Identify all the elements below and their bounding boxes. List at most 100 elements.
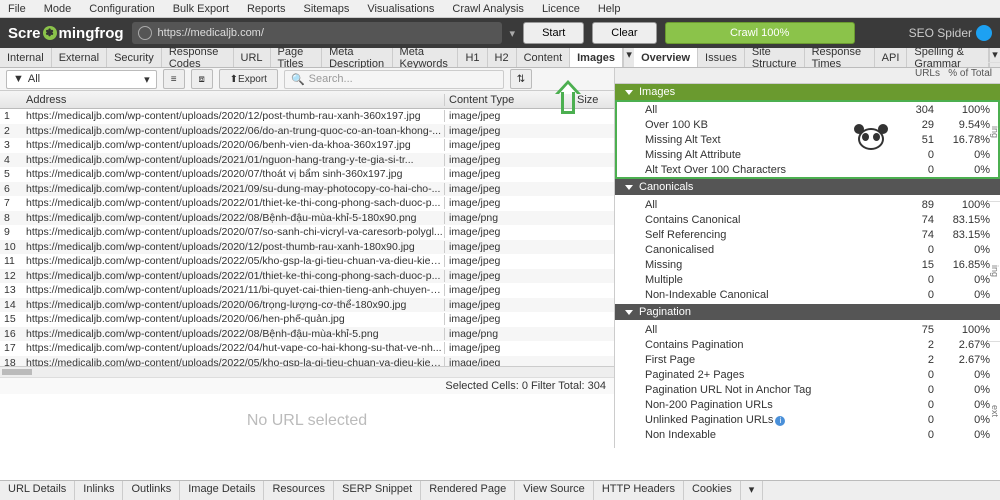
tab-issues[interactable]: Issues [698, 48, 745, 67]
btab-rendered-page[interactable]: Rendered Page [421, 481, 515, 500]
table-row[interactable]: 12https://medicaljb.com/wp-content/uploa… [0, 269, 614, 284]
table-row[interactable]: 10https://medicaljb.com/wp-content/uploa… [0, 240, 614, 255]
table-row[interactable]: 2https://medicaljb.com/wp-content/upload… [0, 124, 614, 139]
btab-image-details[interactable]: Image Details [180, 481, 264, 500]
btab-outlinks[interactable]: Outlinks [123, 481, 180, 500]
tab-page-titles[interactable]: Page Titles [271, 48, 323, 67]
table-row[interactable]: 3https://medicaljb.com/wp-content/upload… [0, 138, 614, 153]
btab-http-headers[interactable]: HTTP Headers [594, 481, 684, 500]
tab-content[interactable]: Content [517, 48, 571, 67]
section-header-canonicals[interactable]: Canonicals [615, 179, 1000, 195]
tab-meta-keywords[interactable]: Meta Keywords [393, 48, 459, 67]
stat-row[interactable]: Unlinked Pagination URLsi00% [617, 412, 998, 427]
table-row[interactable]: 16https://medicaljb.com/wp-content/uploa… [0, 327, 614, 342]
tab-dropdown-left[interactable]: ▾ [623, 48, 634, 67]
table-row[interactable]: 4https://medicaljb.com/wp-content/upload… [0, 153, 614, 168]
stat-row[interactable]: Multiple00% [617, 272, 998, 287]
stat-row[interactable]: All75100% [617, 322, 998, 337]
table-row[interactable]: 15https://medicaljb.com/wp-content/uploa… [0, 312, 614, 327]
filter-dropdown[interactable]: ▼ All ▾ [6, 70, 157, 89]
tab-spelling-grammar[interactable]: Spelling & Grammar [907, 48, 989, 67]
table-row[interactable]: 9https://medicaljb.com/wp-content/upload… [0, 225, 614, 240]
stat-row[interactable]: Self Referencing7483.15% [617, 227, 998, 242]
export-button[interactable]: ⬆ Export [219, 69, 278, 89]
stat-row[interactable]: Over 100 KB299.54% [617, 117, 998, 132]
table-row[interactable]: 8https://medicaljb.com/wp-content/upload… [0, 211, 614, 226]
table-row[interactable]: 6https://medicaljb.com/wp-content/upload… [0, 182, 614, 197]
h-scrollbar[interactable] [0, 366, 614, 377]
table-row[interactable]: 5https://medicaljb.com/wp-content/upload… [0, 167, 614, 182]
btab-serp-snippet[interactable]: SERP Snippet [334, 481, 421, 500]
tab-url[interactable]: URL [234, 48, 271, 67]
url-bar[interactable]: https://medicaljb.com/ [132, 22, 502, 44]
right-header: URLs % of Total [615, 68, 1000, 84]
vtab[interactable]: ing [988, 62, 1000, 201]
stat-row[interactable]: All304100% [617, 102, 998, 117]
vtab[interactable]: ing [988, 201, 1000, 340]
table-row[interactable]: 1https://medicaljb.com/wp-content/upload… [0, 109, 614, 124]
tab-external[interactable]: External [52, 48, 107, 67]
menu-configuration[interactable]: Configuration [89, 3, 154, 15]
tab-site-structure[interactable]: Site Structure [745, 48, 805, 67]
menu-licence[interactable]: Licence [542, 3, 580, 15]
stat-row[interactable]: Non Indexable00% [617, 427, 998, 442]
menu-mode[interactable]: Mode [44, 3, 72, 15]
menu-visualisations[interactable]: Visualisations [367, 3, 434, 15]
tab-h1[interactable]: H1 [458, 48, 487, 67]
tab-overview[interactable]: Overview [634, 48, 698, 67]
stat-row[interactable]: Non-200 Pagination URLs00% [617, 397, 998, 412]
tab-security[interactable]: Security [107, 48, 162, 67]
chevron-down-icon[interactable]: ▾ [510, 27, 516, 40]
menu-sitemaps[interactable]: Sitemaps [303, 3, 349, 15]
vtab[interactable]: ext [988, 341, 1000, 480]
menu-file[interactable]: File [8, 3, 26, 15]
clear-button[interactable]: Clear [592, 22, 656, 44]
col-address[interactable]: Address [22, 94, 444, 106]
tab-images[interactable]: Images [570, 48, 623, 67]
tab-internal[interactable]: Internal [0, 48, 52, 67]
stat-row[interactable]: Non-Indexable Canonical00% [617, 287, 998, 302]
stat-row[interactable]: Pagination URL Not in Anchor Tag00% [617, 382, 998, 397]
stat-row[interactable]: Missing Alt Text5116.78% [617, 132, 998, 147]
stat-row[interactable]: First Page22.67% [617, 352, 998, 367]
stat-row[interactable]: Canonicalised00% [617, 242, 998, 257]
menu-crawl-analysis[interactable]: Crawl Analysis [452, 3, 524, 15]
twitter-icon[interactable] [976, 25, 992, 41]
list-view-icon[interactable]: ≡ [163, 69, 185, 89]
left-panel: ▼ All ▾ ≡ ⧈ ⬆ Export 🔍 Search... ⇅ Addre… [0, 68, 615, 448]
table-row[interactable]: 13https://medicaljb.com/wp-content/uploa… [0, 283, 614, 298]
btab-inlinks[interactable]: Inlinks [75, 481, 123, 500]
stat-row[interactable]: Missing Alt Attribute00% [617, 147, 998, 162]
tab-response-codes[interactable]: Response Codes [162, 48, 234, 67]
btab-view-source[interactable]: View Source [515, 481, 594, 500]
start-button[interactable]: Start [523, 22, 584, 44]
table-row[interactable]: 7https://medicaljb.com/wp-content/upload… [0, 196, 614, 211]
stat-row[interactable]: Contains Canonical7483.15% [617, 212, 998, 227]
menu-bulk-export[interactable]: Bulk Export [173, 3, 229, 15]
stat-row[interactable]: Contains Pagination22.67% [617, 337, 998, 352]
stat-row[interactable]: Alt Text Over 100 Characters00% [617, 162, 998, 177]
crawl-progress-button[interactable]: Crawl 100% [665, 22, 855, 44]
section-header-pagination[interactable]: Pagination [615, 304, 1000, 320]
btab-dropdown[interactable]: ▾ [741, 481, 764, 500]
tab-api[interactable]: API [875, 48, 908, 67]
tree-view-icon[interactable]: ⧈ [191, 69, 213, 89]
section-header-images[interactable]: Images [615, 84, 1000, 100]
search-input[interactable]: 🔍 Search... [284, 70, 504, 89]
stat-row[interactable]: Paginated 2+ Pages00% [617, 367, 998, 382]
btab-resources[interactable]: Resources [264, 481, 334, 500]
menu-help[interactable]: Help [598, 3, 621, 15]
stat-row[interactable]: Missing1516.85% [617, 257, 998, 272]
table-row[interactable]: 11https://medicaljb.com/wp-content/uploa… [0, 254, 614, 269]
table-row[interactable]: 18https://medicaljb.com/wp-content/uploa… [0, 356, 614, 367]
tab-response-times[interactable]: Response Times [805, 48, 875, 67]
table-row[interactable]: 17https://medicaljb.com/wp-content/uploa… [0, 341, 614, 356]
table-row[interactable]: 14https://medicaljb.com/wp-content/uploa… [0, 298, 614, 313]
stat-row[interactable]: All89100% [617, 197, 998, 212]
btab-cookies[interactable]: Cookies [684, 481, 741, 500]
tab-meta-description[interactable]: Meta Description [322, 48, 392, 67]
tab-h2[interactable]: H2 [488, 48, 517, 67]
search-settings-icon[interactable]: ⇅ [510, 69, 532, 89]
btab-url-details[interactable]: URL Details [0, 481, 75, 500]
menu-reports[interactable]: Reports [247, 3, 286, 15]
